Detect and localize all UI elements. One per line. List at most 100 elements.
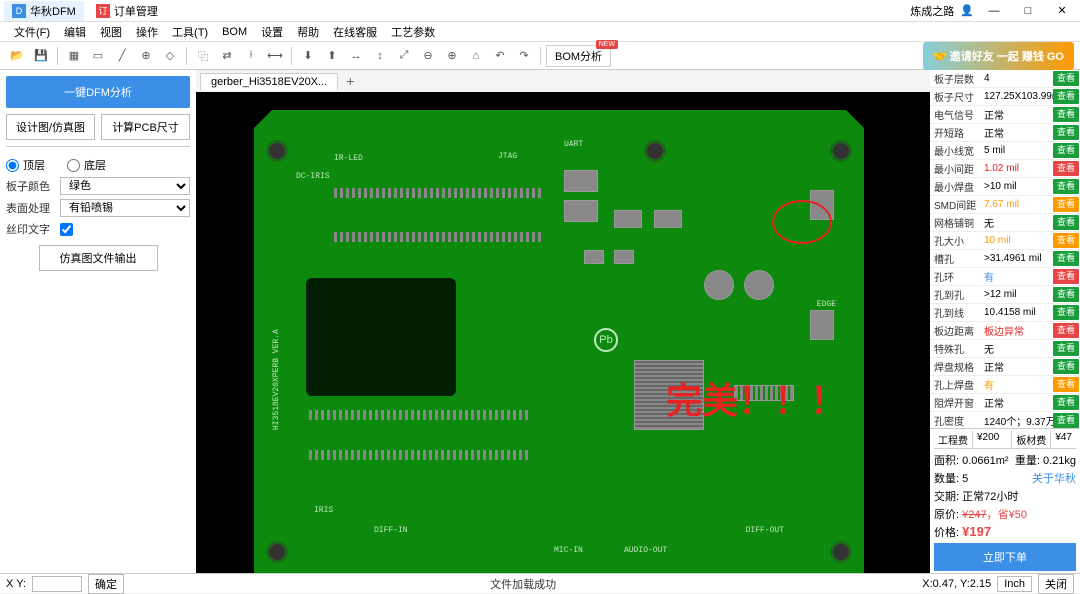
param-table: 板子层数4查看板子尺寸127.25X103.99mm查看电气信号正常查看开短路正… [930, 70, 1080, 428]
measure-icon[interactable]: ⟊ [240, 45, 262, 67]
radio-top[interactable]: 顶层 [6, 157, 45, 173]
pad [564, 170, 598, 192]
promo-banner[interactable]: 🤝 邀请好友 一起 赚钱 GO [923, 42, 1074, 70]
design-sim-button[interactable]: 设计图/仿真图 [6, 114, 95, 140]
dfm-analyze-button[interactable]: 一键DFM分析 [6, 76, 190, 108]
param-row: 槽孔>31.4961 mil查看 [930, 250, 1080, 268]
view-button[interactable]: 查看 [1053, 107, 1079, 122]
flip-icon[interactable]: ⇄ [216, 45, 238, 67]
color-label: 板子颜色 [6, 178, 54, 194]
calc-size-button[interactable]: 计算PCB尺寸 [101, 114, 190, 140]
confirm-button[interactable]: 确定 [88, 574, 124, 594]
silk-label: IRIS [314, 506, 333, 515]
menu-bom[interactable]: BOM [216, 24, 253, 40]
save-icon[interactable]: 💾 [30, 45, 52, 67]
view-button[interactable]: 查看 [1053, 233, 1079, 248]
minimize-button[interactable]: — [980, 2, 1008, 20]
app-tab-orders[interactable]: 订 订单管理 [88, 1, 166, 21]
menu-file[interactable]: 文件(F) [8, 22, 56, 42]
home-icon[interactable]: ⌂ [465, 45, 487, 67]
view-button[interactable]: 查看 [1053, 125, 1079, 140]
menu-process[interactable]: 工艺参数 [385, 22, 441, 42]
view-button[interactable]: 查看 [1053, 377, 1079, 392]
menu-settings[interactable]: 设置 [255, 22, 289, 42]
color-select[interactable]: 绿色 [60, 177, 190, 195]
open-icon[interactable]: 📂 [6, 45, 28, 67]
maximize-button[interactable]: □ [1014, 2, 1042, 20]
layer-icon[interactable]: ▦ [63, 45, 85, 67]
view-button[interactable]: 查看 [1053, 359, 1079, 374]
file-tab[interactable]: gerber_Hi3518EV20X... [200, 73, 338, 90]
pad [744, 270, 774, 300]
zoom-out-icon[interactable]: ⊖ [417, 45, 439, 67]
pad [810, 310, 834, 340]
target-icon[interactable]: ⊕ [135, 45, 157, 67]
pad [654, 210, 682, 228]
rect-icon[interactable]: ▭ [87, 45, 109, 67]
xy-input[interactable] [32, 576, 82, 592]
view-button[interactable]: 查看 [1053, 161, 1079, 176]
undo-icon[interactable]: ↶ [489, 45, 511, 67]
pcb-viewport[interactable]: Pb IR-LED DC-IRIS UART JTAG MIC-IN AUDIO… [196, 92, 930, 573]
param-value: 10 mil [982, 235, 1053, 246]
bom-analyze-button[interactable]: BOM分析 [546, 45, 611, 67]
add-tab-button[interactable]: + [338, 71, 362, 91]
xy-label: X Y: [6, 578, 26, 590]
menu-tools[interactable]: 工具(T) [166, 22, 214, 42]
export-sim-button[interactable]: 仿真图文件输出 [39, 245, 158, 271]
view-button[interactable]: 查看 [1053, 143, 1079, 158]
param-value: 板边异常 [982, 323, 1053, 338]
param-value: >31.4961 mil [982, 253, 1053, 264]
zoom-in-icon[interactable]: ⊕ [441, 45, 463, 67]
view-button[interactable]: 查看 [1053, 413, 1079, 428]
separator [291, 47, 292, 65]
view-button[interactable]: 查看 [1053, 197, 1079, 212]
order-now-button[interactable]: 立即下单 [934, 543, 1076, 571]
param-row: SMD间距7.67 mil查看 [930, 196, 1080, 214]
unit-button[interactable]: Inch [997, 576, 1032, 592]
silk-checkbox[interactable] [60, 223, 73, 236]
view-button[interactable]: 查看 [1053, 251, 1079, 266]
expand-h-icon[interactable]: ↔ [345, 45, 367, 67]
menu-operate[interactable]: 操作 [130, 22, 164, 42]
expand-v-icon[interactable]: ↕ [369, 45, 391, 67]
menu-view[interactable]: 视图 [94, 22, 128, 42]
menu-support[interactable]: 在线客服 [327, 22, 383, 42]
param-name: 板边距离 [930, 323, 982, 338]
view-button[interactable]: 查看 [1053, 305, 1079, 320]
radio-bottom[interactable]: 底层 [67, 157, 106, 173]
redo-icon[interactable]: ↷ [513, 45, 535, 67]
view-button[interactable]: 查看 [1053, 179, 1079, 194]
view-button[interactable]: 查看 [1053, 341, 1079, 356]
view-button[interactable]: 查看 [1053, 287, 1079, 302]
close-status-button[interactable]: 关闭 [1038, 574, 1074, 594]
view-button[interactable]: 查看 [1053, 323, 1079, 338]
view-button[interactable]: 查看 [1053, 395, 1079, 410]
silk-label: AUDIO-OUT [624, 546, 667, 555]
param-row: 孔到孔>12 mil查看 [930, 286, 1080, 304]
trace-icon[interactable]: ╱ [111, 45, 133, 67]
param-name: 最小线宽 [930, 143, 982, 158]
ruler-icon[interactable]: ⟷ [264, 45, 286, 67]
menu-edit[interactable]: 编辑 [58, 22, 92, 42]
upload-icon[interactable]: ⬆ [321, 45, 343, 67]
copy-icon[interactable]: ⿻ [192, 45, 214, 67]
fit-icon[interactable]: ⤢ [393, 45, 415, 67]
surface-select[interactable]: 有铅喷锡 [60, 199, 190, 217]
close-button[interactable]: ✕ [1048, 2, 1076, 20]
param-row: 开短路正常查看 [930, 124, 1080, 142]
param-name: SMD间距 [930, 197, 982, 212]
download-icon[interactable]: ⬇ [297, 45, 319, 67]
view-button[interactable]: 查看 [1053, 71, 1079, 86]
view-button[interactable]: 查看 [1053, 269, 1079, 284]
view-button[interactable]: 查看 [1053, 89, 1079, 104]
param-row: 板边距离板边异常查看 [930, 322, 1080, 340]
menu-help[interactable]: 帮助 [291, 22, 325, 42]
about-link[interactable]: 关于华秋 [1032, 470, 1076, 486]
param-value: 10.4158 mil [982, 307, 1053, 318]
quote-tab-mat: 板材费 [1012, 431, 1051, 448]
user-avatar-icon[interactable]: 👤 [960, 4, 974, 17]
polygon-icon[interactable]: ◇ [159, 45, 181, 67]
app-tab-dfm[interactable]: D 华秋DFM [4, 1, 84, 21]
view-button[interactable]: 查看 [1053, 215, 1079, 230]
